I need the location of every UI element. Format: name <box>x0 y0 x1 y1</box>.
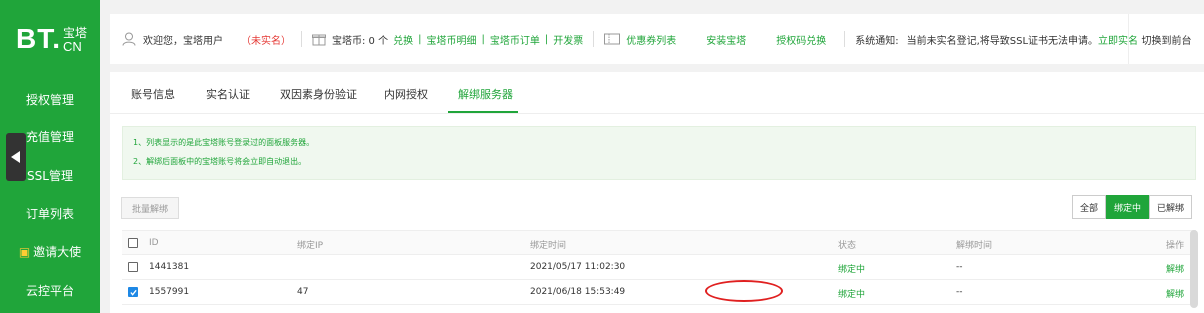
logo-top-text: 宝塔 <box>63 26 88 40</box>
coupon-list[interactable]: 优惠券列表 <box>604 32 676 47</box>
row-id: 1557991 <box>149 287 190 297</box>
unverified-badge[interactable]: （未实名） <box>241 32 291 47</box>
bt-logo[interactable]: BT. 宝塔 CN <box>16 24 87 54</box>
tab-account-info[interactable]: 账号信息 <box>131 86 175 102</box>
header-ip: 绑定IP <box>297 241 324 251</box>
filter-bound[interactable]: 绑定中 <box>1105 195 1149 219</box>
table-row: 1441381 2021/05/17 11:02:30 绑定中 -- 解绑 <box>122 255 1196 280</box>
switch-frontend-button[interactable]: 切换到前台 <box>1128 14 1204 64</box>
table-header: ID 绑定IP 绑定时间 状态 解绑时间 操作 <box>122 230 1196 255</box>
tab-real-name[interactable]: 实名认证 <box>206 86 250 102</box>
coin-info: 宝塔币: 0 个 兑换 | 宝塔币明细 | 宝塔币订单 | 开发票 <box>312 32 583 47</box>
invoice-link[interactable]: 开发票 <box>553 32 583 47</box>
row-time: 2021/06/18 15:53:49 <box>530 287 626 297</box>
row-unbind-time: -- <box>956 262 963 272</box>
divider <box>593 31 595 47</box>
sidebar-item-cloud[interactable]: 云控平台 <box>0 282 100 299</box>
gift-icon: ▣ <box>18 245 31 259</box>
notice-line-1: 1、列表显示的是此宝塔账号登录过的面板服务器。 <box>133 138 315 147</box>
coin-orders-link[interactable]: 宝塔币订单 <box>490 32 540 47</box>
welcome-text: 欢迎您，宝塔用户 <box>143 35 223 47</box>
coin-balance: 宝塔币: 0 个 <box>332 35 389 47</box>
header-id: ID <box>149 238 159 248</box>
row-checkbox[interactable] <box>128 287 138 297</box>
row-time: 2021/05/17 11:02:30 <box>530 262 626 272</box>
table-row: 1557991 47 2021/06/18 15:53:49 绑定中 -- 解绑 <box>122 280 1196 305</box>
tab-bar: 账号信息 实名认证 双因素身份验证 内网授权 解绑服务器 <box>110 72 1204 114</box>
top-bar: 欢迎您，宝塔用户 （未实名） 宝塔币: 0 个 兑换 | 宝塔币明细 | 宝塔币… <box>110 14 1204 64</box>
auth-code-link[interactable]: 授权码兑换 <box>776 32 826 47</box>
header-status: 状态 <box>838 241 857 251</box>
notice-label: 系统通知: <box>855 35 899 47</box>
pipe-divider: | <box>481 33 485 45</box>
unbind-action-link[interactable]: 解绑 <box>1166 287 1184 300</box>
system-notice: 系统通知: 当前未实名登记,将导致SSL证书无法申请。 立即实名 <box>855 32 1138 47</box>
sidebar: BT. 宝塔 CN 授权管理 充值管理 SSL管理 订单列表 ▣ 邀请大使 云控平… <box>0 0 100 313</box>
active-tab-indicator <box>448 111 518 113</box>
notice-line-2: 2、解绑后面板中的宝塔账号将会立即自动退出。 <box>133 157 307 166</box>
divider <box>844 31 846 47</box>
status-highlight-annotation <box>705 280 783 302</box>
pipe-divider: | <box>544 33 549 45</box>
sidebar-item-orders[interactable]: 订单列表 <box>0 205 100 222</box>
row-id: 1441381 <box>149 262 190 272</box>
row-status: 绑定中 <box>838 265 866 275</box>
row-status: 绑定中 <box>838 290 866 300</box>
coupons-link[interactable]: 优惠券列表 <box>626 32 676 47</box>
logo-main-text: BT. <box>16 23 61 54</box>
status-filter: 全部 绑定中 已解绑 <box>1071 195 1192 219</box>
header-action: 操作 <box>1165 241 1184 251</box>
sidebar-item-invite-label: 邀请大使 <box>33 245 82 259</box>
main-panel: 账号信息 实名认证 双因素身份验证 内网授权 解绑服务器 1、列表显示的是此宝塔… <box>110 72 1204 313</box>
unbind-action-link[interactable]: 解绑 <box>1166 262 1184 275</box>
checkmark-icon <box>130 289 137 296</box>
gift-box-icon <box>312 34 326 46</box>
server-table: ID 绑定IP 绑定时间 状态 解绑时间 操作 1441381 2021/05/… <box>122 230 1196 305</box>
pipe-divider: | <box>418 33 422 45</box>
user-info: 欢迎您，宝塔用户 （未实名） <box>122 32 291 47</box>
user-icon <box>122 32 136 46</box>
scrollbar[interactable] <box>1190 230 1198 308</box>
select-all-checkbox[interactable] <box>128 238 138 248</box>
coin-detail-link[interactable]: 宝塔币明细 <box>426 32 476 47</box>
row-unbind-time: -- <box>956 287 963 297</box>
tab-two-factor[interactable]: 双因素身份验证 <box>280 86 357 102</box>
header-time: 绑定时间 <box>530 241 567 251</box>
arrow-left-icon <box>11 151 20 163</box>
install-link[interactable]: 安装宝塔 <box>706 32 746 47</box>
row-ip: 47 <box>297 287 309 297</box>
logo-bottom-text: CN <box>63 39 82 54</box>
info-notice: 1、列表显示的是此宝塔账号登录过的面板服务器。 2、解绑后面板中的宝塔账号将会立… <box>122 126 1196 180</box>
tab-unbind-server[interactable]: 解绑服务器 <box>458 86 513 102</box>
filter-all[interactable]: 全部 <box>1071 195 1106 219</box>
coupon-icon <box>604 33 621 45</box>
redeem-link[interactable]: 兑换 <box>393 32 413 47</box>
sidebar-item-invite[interactable]: ▣ 邀请大使 <box>0 243 100 260</box>
divider <box>301 31 302 47</box>
notice-text: 当前未实名登记,将导致SSL证书无法申请。 <box>906 35 1099 47</box>
row-checkbox[interactable] <box>128 262 138 272</box>
sidebar-collapse-button[interactable] <box>6 133 26 181</box>
batch-unbind-button[interactable]: 批量解绑 <box>121 197 179 219</box>
header-unbind-time: 解绑时间 <box>956 241 993 251</box>
sidebar-item-auth[interactable]: 授权管理 <box>0 91 100 108</box>
filter-unbound[interactable]: 已解绑 <box>1148 195 1192 219</box>
tab-intranet-auth[interactable]: 内网授权 <box>384 86 428 102</box>
